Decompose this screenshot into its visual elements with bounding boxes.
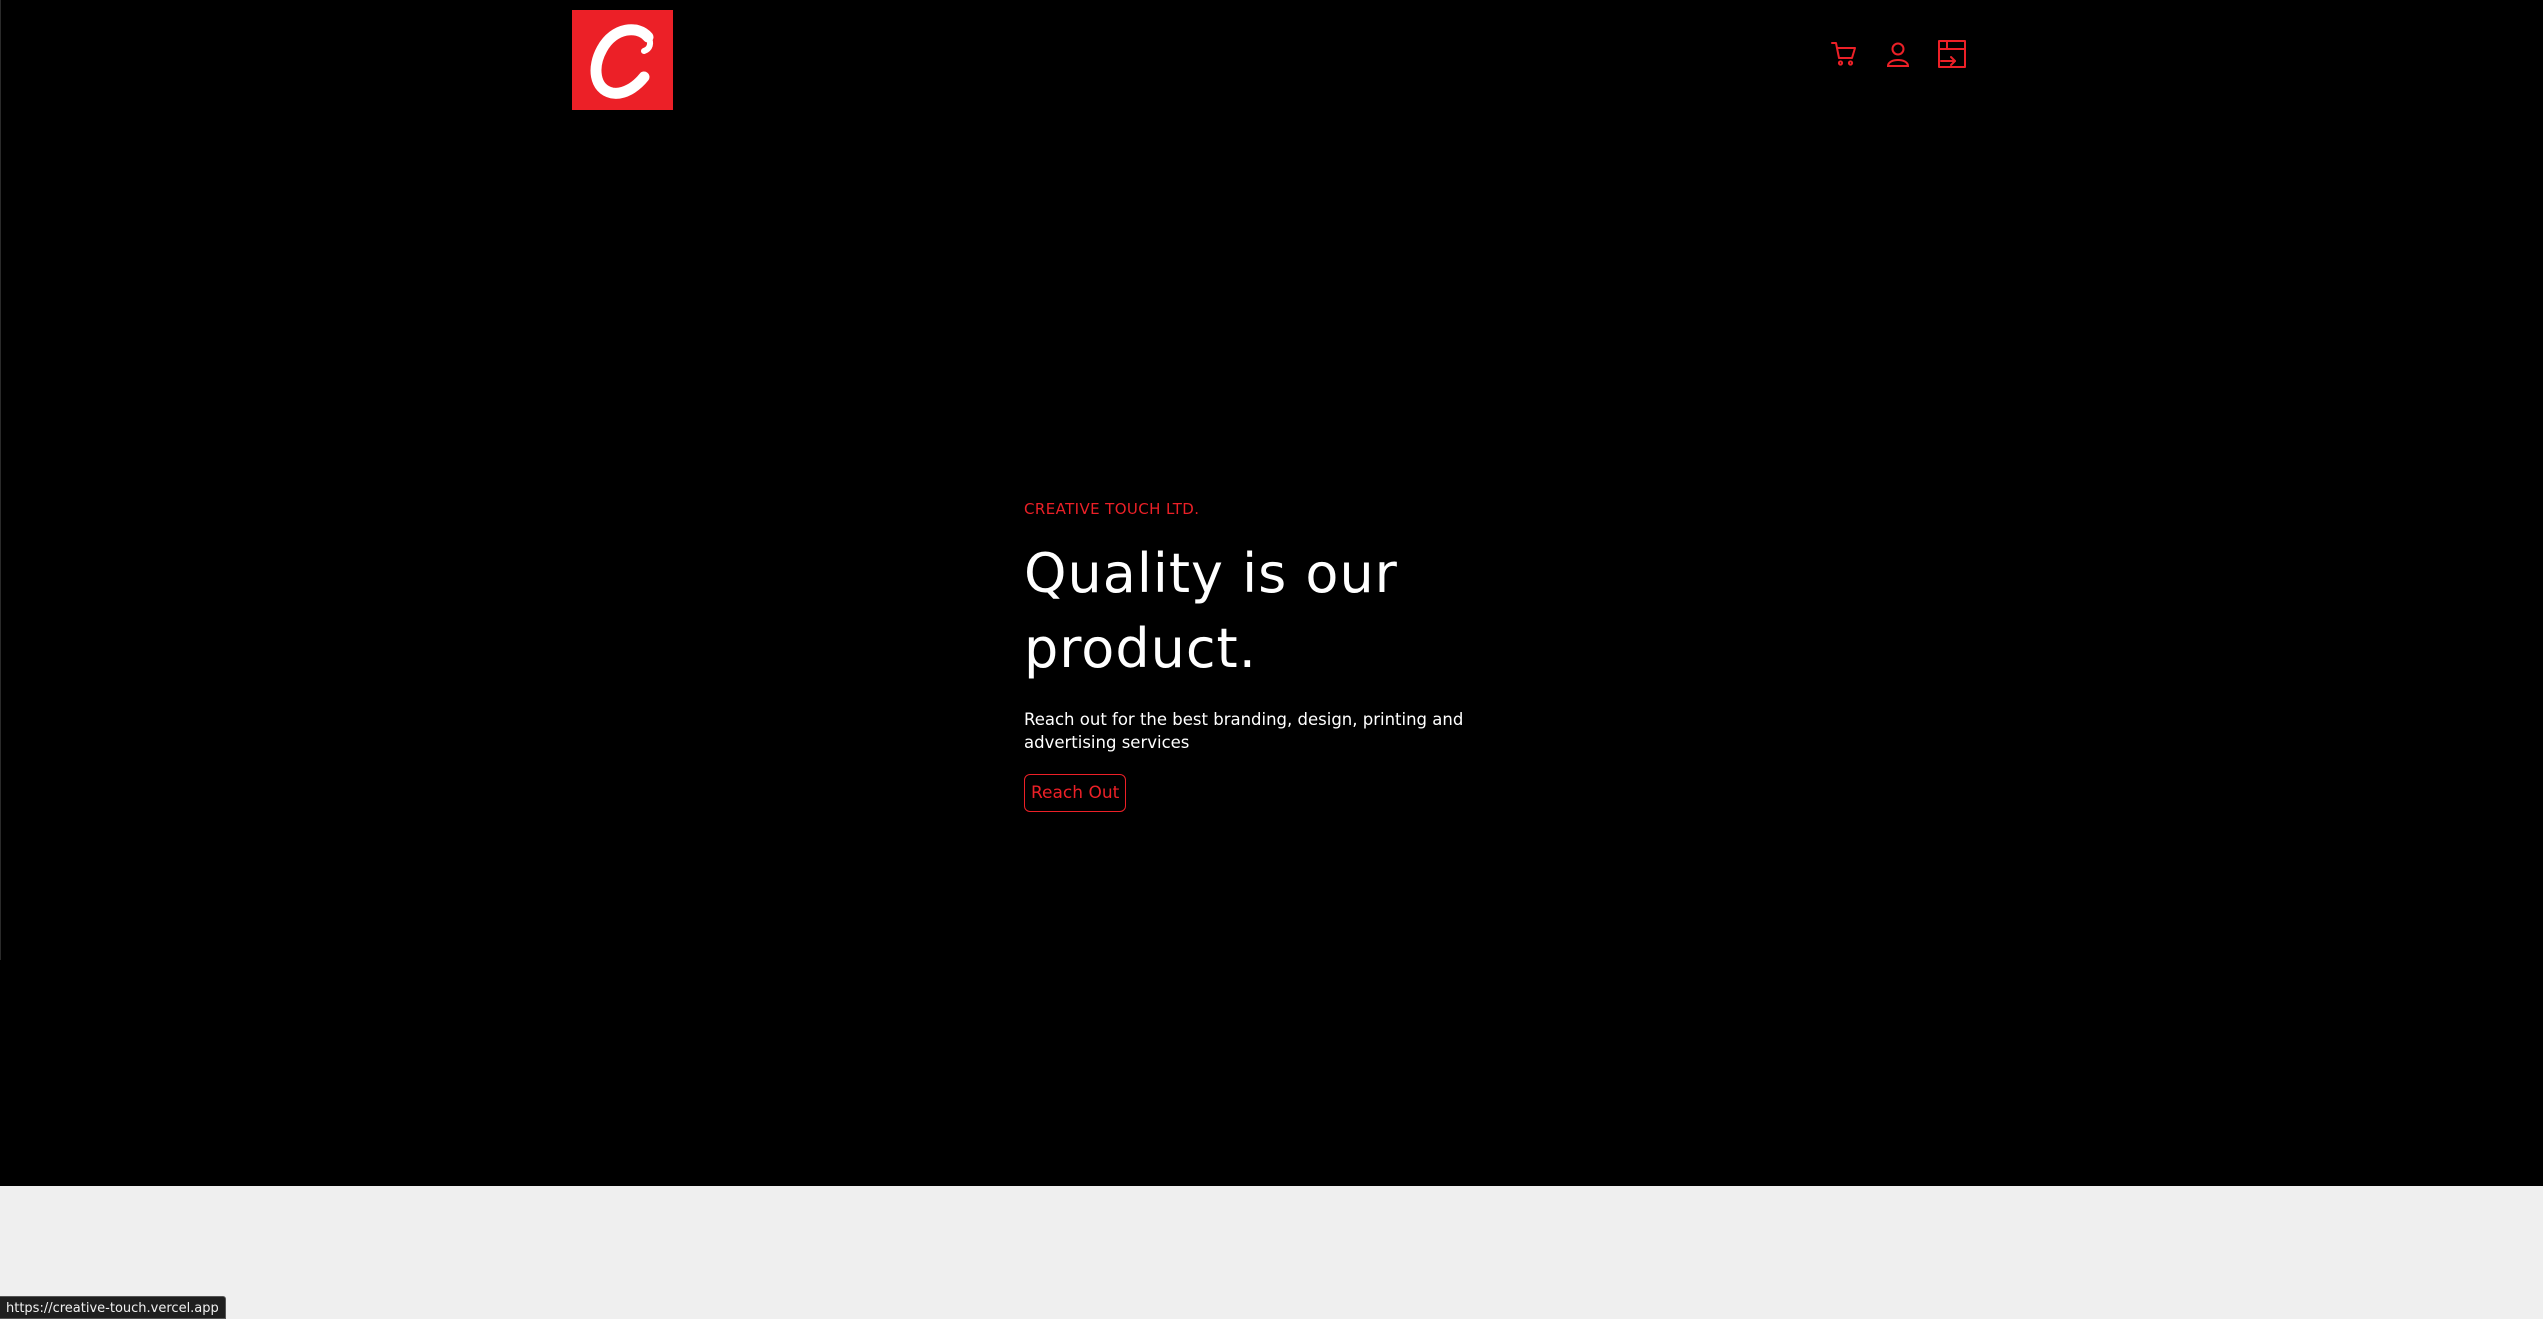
reach-out-button[interactable]: Reach Out — [1024, 774, 1127, 812]
cart-icon[interactable] — [1828, 38, 1860, 70]
headline-line-1: Quality is our — [1024, 542, 1398, 605]
hero-subtext: Reach out for the best branding, design,… — [1024, 710, 1464, 752]
logo[interactable] — [572, 10, 673, 110]
headline-line-2: product. — [1024, 617, 1257, 680]
user-icon[interactable] — [1882, 38, 1914, 70]
header-actions — [1828, 38, 1968, 70]
hero-content: CREATIVE TOUCH LTD. Quality is our produ… — [1024, 500, 1494, 812]
company-name: CREATIVE TOUCH LTD. — [1024, 500, 1200, 518]
status-bar-url: https://creative-touch.vercel.app — [0, 1296, 226, 1319]
divider — [0, 0, 1, 960]
logo-mark — [590, 24, 653, 99]
hero-section: CREATIVE TOUCH LTD. Quality is our produ… — [0, 0, 2543, 1186]
login-icon[interactable] — [1936, 38, 1968, 70]
hero-headline: Quality is our product. — [1024, 536, 1494, 686]
next-section — [0, 1186, 2543, 1319]
